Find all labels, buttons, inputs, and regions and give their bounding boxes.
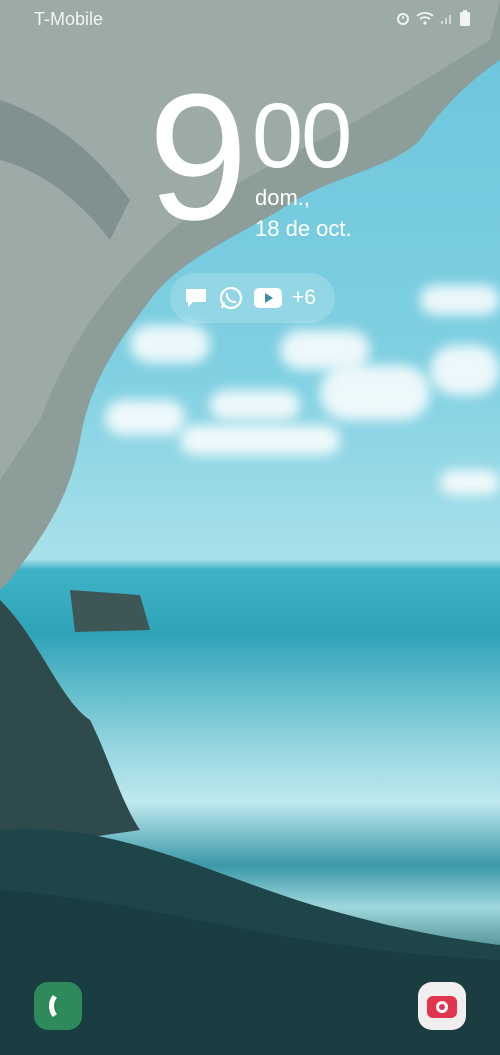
battery-icon (460, 10, 470, 26)
message-icon (186, 289, 206, 307)
signal-icon (441, 15, 451, 24)
camera-shortcut-button[interactable] (418, 982, 466, 1030)
phone-icon (49, 995, 57, 1017)
alarm-icon (397, 13, 409, 25)
camera-icon (427, 996, 457, 1018)
date-day: dom., (255, 185, 311, 210)
more-notifications-count: +6 (292, 286, 316, 309)
status-icons (396, 10, 470, 26)
wifi-icon (416, 12, 434, 25)
notification-icons-pill[interactable]: +6 (170, 273, 335, 323)
date-full: 18 de oct. (255, 216, 352, 241)
whatsapp-icon (219, 286, 243, 310)
clock-hour: 9 (148, 57, 248, 258)
status-bar: T-Mobile (0, 0, 500, 40)
phone-shortcut-button[interactable] (34, 982, 82, 1030)
carrier-name: T-Mobile (34, 9, 104, 29)
youtube-icon (254, 288, 282, 308)
clock-minutes: 00 (252, 85, 352, 187)
